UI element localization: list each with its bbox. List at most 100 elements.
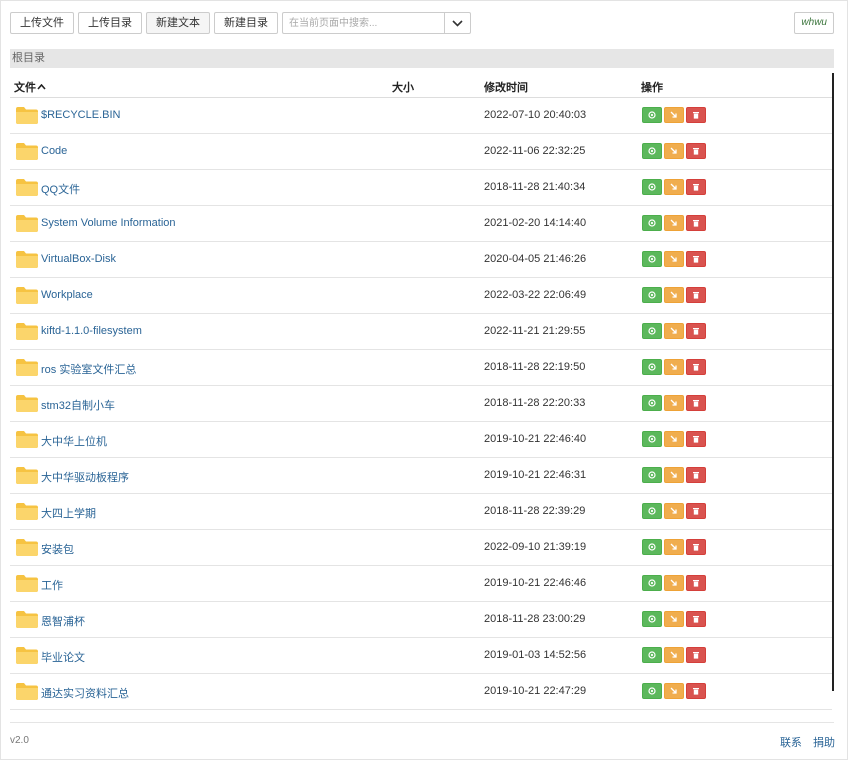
move-button[interactable] <box>664 539 684 555</box>
folder-name-link[interactable]: 毕业论文 <box>41 649 85 665</box>
move-button[interactable] <box>664 431 684 447</box>
move-button[interactable] <box>664 575 684 591</box>
table-row[interactable]: 通达实习资料汇总 2019-10-21 22:47:29 <box>10 674 832 710</box>
delete-button[interactable] <box>686 611 706 627</box>
table-row[interactable]: 工作 2019-10-21 22:46:46 <box>10 566 832 602</box>
table-row[interactable]: ros 实验室文件汇总 2018-11-28 22:19:50 <box>10 350 832 386</box>
upload-file-button[interactable]: 上传文件 <box>10 12 74 34</box>
upload-directory-button[interactable]: 上传目录 <box>78 12 142 34</box>
view-button[interactable] <box>642 611 662 627</box>
column-size[interactable]: 大小 <box>392 79 414 95</box>
folder-name-link[interactable]: System Volume Information <box>41 217 176 229</box>
folder-name-link[interactable]: stm32自制小车 <box>41 397 115 413</box>
folder-name-link[interactable]: 安装包 <box>41 541 74 557</box>
new-text-button[interactable]: 新建文本 <box>146 12 210 34</box>
folder-name-link[interactable]: QQ文件 <box>41 181 80 197</box>
view-button[interactable] <box>642 503 662 519</box>
table-row[interactable]: Workplace 2022-03-22 22:06:49 <box>10 278 832 314</box>
move-button[interactable] <box>664 359 684 375</box>
view-button[interactable] <box>642 575 662 591</box>
table-row[interactable]: 毕业论文 2019-01-03 14:52:56 <box>10 638 832 674</box>
move-button[interactable] <box>664 611 684 627</box>
search-dropdown-button[interactable] <box>444 12 471 34</box>
table-row[interactable]: 大四上学期 2018-11-28 22:39:29 <box>10 494 832 530</box>
folder-name-link[interactable]: Workplace <box>41 289 93 301</box>
delete-button[interactable] <box>686 179 706 195</box>
search-input[interactable] <box>282 12 444 34</box>
delete-button[interactable] <box>686 647 706 663</box>
folder-name-link[interactable]: 大中华上位机 <box>41 433 107 449</box>
move-button[interactable] <box>664 683 684 699</box>
move-button[interactable] <box>664 143 684 159</box>
folder-name-link[interactable]: 工作 <box>41 577 63 593</box>
folder-name-link[interactable]: kiftd-1.1.0-filesystem <box>41 325 142 337</box>
move-button[interactable] <box>664 467 684 483</box>
delete-button[interactable] <box>686 215 706 231</box>
trash-icon <box>693 292 699 299</box>
move-button[interactable] <box>664 251 684 267</box>
eye-icon <box>648 399 656 407</box>
table-row[interactable]: $RECYCLE.BIN 2022-07-10 20:40:03 <box>10 98 832 134</box>
table-row[interactable]: Code 2022-11-06 22:32:25 <box>10 134 832 170</box>
delete-button[interactable] <box>686 539 706 555</box>
move-button[interactable] <box>664 395 684 411</box>
folder-name-link[interactable]: 大四上学期 <box>41 505 96 521</box>
move-button[interactable] <box>664 323 684 339</box>
delete-button[interactable] <box>686 287 706 303</box>
view-button[interactable] <box>642 539 662 555</box>
contact-link[interactable]: 联系 <box>780 737 802 749</box>
view-button[interactable] <box>642 215 662 231</box>
delete-button[interactable] <box>686 107 706 123</box>
table-row[interactable]: stm32自制小车 2018-11-28 22:20:33 <box>10 386 832 422</box>
delete-button[interactable] <box>686 359 706 375</box>
folder-name-link[interactable]: 通达实习资料汇总 <box>41 685 129 701</box>
view-button[interactable] <box>642 683 662 699</box>
delete-button[interactable] <box>686 683 706 699</box>
column-modified[interactable]: 修改时间 <box>484 79 528 95</box>
move-button[interactable] <box>664 503 684 519</box>
delete-button[interactable] <box>686 575 706 591</box>
table-row[interactable]: 大中华驱动板程序 2019-10-21 22:46:31 <box>10 458 832 494</box>
view-button[interactable] <box>642 107 662 123</box>
folder-name-link[interactable]: $RECYCLE.BIN <box>41 109 120 121</box>
table-row[interactable]: QQ文件 2018-11-28 21:40:34 <box>10 170 832 206</box>
view-button[interactable] <box>642 359 662 375</box>
folder-name-link[interactable]: 大中华驱动板程序 <box>41 469 129 485</box>
view-button[interactable] <box>642 287 662 303</box>
table-row[interactable]: System Volume Information 2021-02-20 14:1… <box>10 206 832 242</box>
delete-button[interactable] <box>686 323 706 339</box>
move-button[interactable] <box>664 107 684 123</box>
view-button[interactable] <box>642 431 662 447</box>
table-row[interactable]: 大中华上位机 2019-10-21 22:46:40 <box>10 422 832 458</box>
folder-icon <box>16 503 38 520</box>
view-button[interactable] <box>642 647 662 663</box>
delete-button[interactable] <box>686 467 706 483</box>
move-button[interactable] <box>664 215 684 231</box>
folder-name-link[interactable]: VirtualBox-Disk <box>41 253 116 265</box>
table-row[interactable]: VirtualBox-Disk 2020-04-05 21:46:26 <box>10 242 832 278</box>
view-button[interactable] <box>642 395 662 411</box>
user-button[interactable]: whwu <box>794 12 834 34</box>
move-button[interactable] <box>664 179 684 195</box>
view-button[interactable] <box>642 143 662 159</box>
delete-button[interactable] <box>686 431 706 447</box>
delete-button[interactable] <box>686 143 706 159</box>
column-file[interactable]: 文件 <box>14 79 46 95</box>
view-button[interactable] <box>642 467 662 483</box>
delete-button[interactable] <box>686 395 706 411</box>
table-row[interactable]: 恩智浦杯 2018-11-28 23:00:29 <box>10 602 832 638</box>
new-directory-button[interactable]: 新建目录 <box>214 12 278 34</box>
move-button[interactable] <box>664 287 684 303</box>
move-button[interactable] <box>664 647 684 663</box>
view-button[interactable] <box>642 251 662 267</box>
delete-button[interactable] <box>686 503 706 519</box>
view-button[interactable] <box>642 323 662 339</box>
folder-name-link[interactable]: 恩智浦杯 <box>41 613 85 629</box>
delete-button[interactable] <box>686 251 706 267</box>
table-row[interactable]: 安装包 2022-09-10 21:39:19 <box>10 530 832 566</box>
table-row[interactable]: kiftd-1.1.0-filesystem 2022-11-21 21:29:5… <box>10 314 832 350</box>
view-button[interactable] <box>642 179 662 195</box>
donate-link[interactable]: 捐助 <box>813 737 835 749</box>
folder-name-link[interactable]: ros 实验室文件汇总 <box>41 361 136 377</box>
folder-name-link[interactable]: Code <box>41 145 67 157</box>
